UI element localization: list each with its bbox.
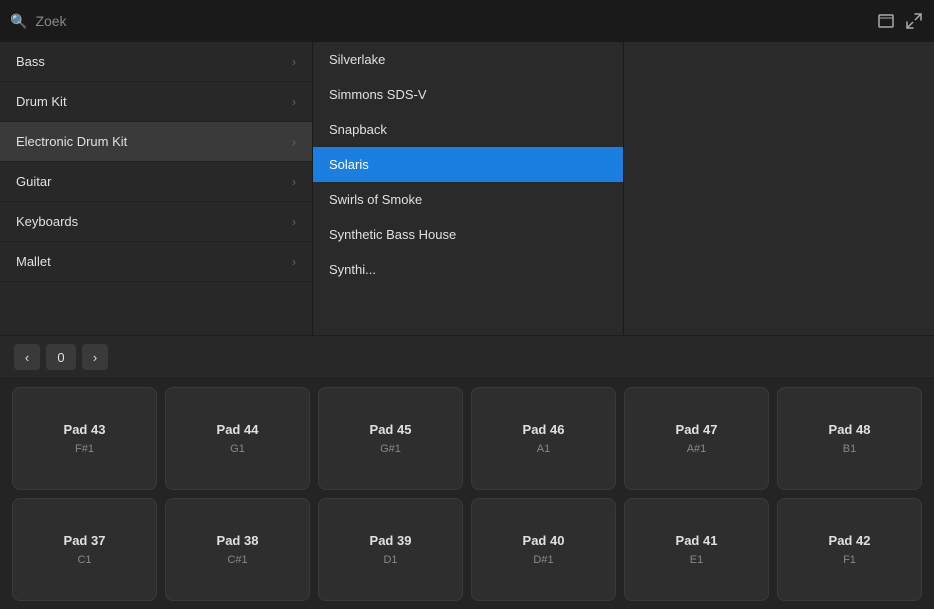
pad-46-note: A1: [537, 443, 550, 455]
pad-47-note: A#1: [687, 443, 707, 455]
pad-46[interactable]: Pad 46 A1: [471, 387, 616, 490]
pad-47-name: Pad 47: [676, 422, 718, 437]
pad-41-note: E1: [690, 554, 703, 566]
sidebar-item-mallet[interactable]: Mallet ›: [0, 242, 312, 282]
search-icon: 🔍: [10, 13, 27, 30]
pads-grid: Pad 43 F#1 Pad 44 G1 Pad 45 G#1 Pad 46 A…: [12, 387, 922, 601]
pad-37-name: Pad 37: [64, 533, 106, 548]
browser-area: Bass › Drum Kit › Electronic Drum Kit › …: [0, 42, 934, 335]
pad-38[interactable]: Pad 38 C#1: [165, 498, 310, 601]
right-panel: [624, 42, 934, 335]
pad-47[interactable]: Pad 47 A#1: [624, 387, 769, 490]
dropdown-panel: Silverlake Simmons SDS-V Snapback Solari…: [313, 42, 624, 335]
pad-42-name: Pad 42: [829, 533, 871, 548]
chevron-right-icon: ›: [292, 215, 296, 229]
sidebar-item-bass[interactable]: Bass ›: [0, 42, 312, 82]
pad-37-note: C1: [77, 554, 91, 566]
pad-41-name: Pad 41: [676, 533, 718, 548]
pad-48-note: B1: [843, 443, 856, 455]
dropdown-item-solaris[interactable]: Solaris: [313, 147, 623, 182]
pad-40-note: D#1: [533, 554, 553, 566]
chevron-right-icon: ›: [292, 95, 296, 109]
pagination-bar: ‹ 0 ›: [0, 335, 934, 379]
search-bar: 🔍: [0, 0, 934, 42]
dropdown-item-silverlake[interactable]: Silverlake: [313, 42, 623, 77]
toolbar-icons: [876, 11, 924, 31]
pad-41[interactable]: Pad 41 E1: [624, 498, 769, 601]
pad-44[interactable]: Pad 44 G1: [165, 387, 310, 490]
pad-38-name: Pad 38: [217, 533, 259, 548]
pad-38-note: C#1: [227, 554, 247, 566]
pad-48[interactable]: Pad 48 B1: [777, 387, 922, 490]
dropdown-item-simmons[interactable]: Simmons SDS-V: [313, 77, 623, 112]
sidebar-item-label: Guitar: [16, 174, 51, 189]
pad-44-note: G1: [230, 443, 245, 455]
chevron-right-icon: ›: [292, 175, 296, 189]
pad-43-note: F#1: [75, 443, 94, 455]
pad-39-name: Pad 39: [370, 533, 412, 548]
sidebar-item-label: Mallet: [16, 254, 51, 269]
search-input[interactable]: [35, 13, 868, 29]
resize-icon[interactable]: [904, 11, 924, 31]
sidebar-item-keyboards[interactable]: Keyboards ›: [0, 202, 312, 242]
pad-45[interactable]: Pad 45 G#1: [318, 387, 463, 490]
sidebar-item-label: Keyboards: [16, 214, 78, 229]
pad-45-note: G#1: [380, 443, 401, 455]
sidebar-item-electronic-drum-kit[interactable]: Electronic Drum Kit ›: [0, 122, 312, 162]
sidebar-item-label: Electronic Drum Kit: [16, 134, 127, 149]
pad-39-note: D1: [383, 554, 397, 566]
pad-40-name: Pad 40: [523, 533, 565, 548]
sidebar-item-drum-kit[interactable]: Drum Kit ›: [0, 82, 312, 122]
dropdown-item-synthi[interactable]: Synthi...: [313, 252, 623, 287]
pad-44-name: Pad 44: [217, 422, 259, 437]
sidebar-item-label: Bass: [16, 54, 45, 69]
sidebar-item-guitar[interactable]: Guitar ›: [0, 162, 312, 202]
pad-40[interactable]: Pad 40 D#1: [471, 498, 616, 601]
prev-page-button[interactable]: ‹: [14, 344, 40, 370]
chevron-right-icon: ›: [292, 255, 296, 269]
pad-46-name: Pad 46: [523, 422, 565, 437]
chevron-right-icon: ›: [292, 55, 296, 69]
pad-43[interactable]: Pad 43 F#1: [12, 387, 157, 490]
chevron-right-icon: ›: [292, 135, 296, 149]
dropdown-item-synthetic-bass-house[interactable]: Synthetic Bass House: [313, 217, 623, 252]
pads-section: Pad 43 F#1 Pad 44 G1 Pad 45 G#1 Pad 46 A…: [0, 379, 934, 609]
pad-37[interactable]: Pad 37 C1: [12, 498, 157, 601]
pad-45-name: Pad 45: [370, 422, 412, 437]
next-page-button[interactable]: ›: [82, 344, 108, 370]
dropdown-item-swirls[interactable]: Swirls of Smoke: [313, 182, 623, 217]
window-icon[interactable]: [876, 11, 896, 31]
pad-39[interactable]: Pad 39 D1: [318, 498, 463, 601]
pad-43-name: Pad 43: [64, 422, 106, 437]
sidebar: Bass › Drum Kit › Electronic Drum Kit › …: [0, 42, 313, 335]
pad-48-name: Pad 48: [829, 422, 871, 437]
sidebar-item-label: Drum Kit: [16, 94, 67, 109]
pad-42-note: F1: [843, 554, 856, 566]
page-number: 0: [46, 344, 76, 370]
pad-42[interactable]: Pad 42 F1: [777, 498, 922, 601]
dropdown-item-snapback[interactable]: Snapback: [313, 112, 623, 147]
